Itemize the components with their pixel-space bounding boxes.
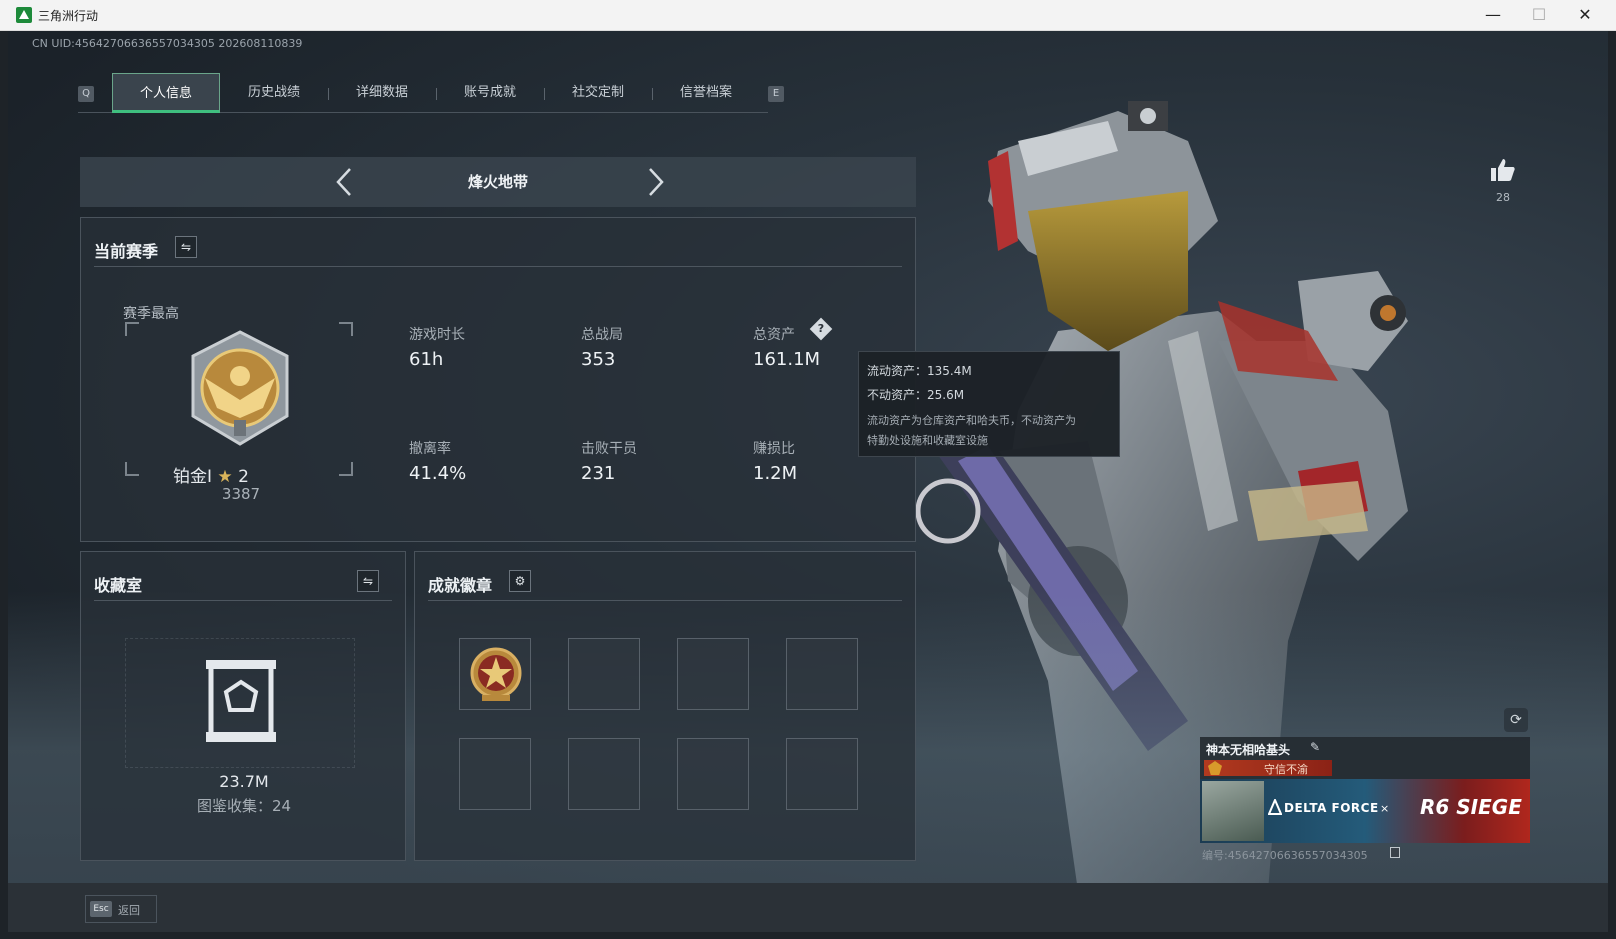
- gear-icon[interactable]: ⚙: [509, 570, 531, 592]
- badge-slot[interactable]: [786, 738, 858, 810]
- frame-corner: [339, 322, 353, 336]
- divider: [94, 600, 392, 601]
- mode-title: 烽火地带: [467, 173, 528, 191]
- maximize-button[interactable]: ☐: [1516, 0, 1562, 31]
- tab-next-key[interactable]: E: [768, 86, 784, 102]
- rank-score: 3387: [221, 485, 261, 503]
- tooltip-fixed-assets: 不动资产：25.6M: [867, 388, 965, 402]
- stat-label: 游戏时长: [409, 327, 465, 343]
- game-viewport: CN UID:4564270663655703430​5 20260811083…: [8, 31, 1608, 932]
- season-best-label: 赛季最高: [123, 306, 179, 322]
- tab-prev-key[interactable]: Q: [78, 86, 94, 102]
- tab-social[interactable]: 社交定制: [544, 73, 652, 113]
- esc-key-icon: Esc: [90, 901, 112, 917]
- current-season-panel: 当前赛季 ⇋ 赛季最高 铂金Ⅰ ★ 2 3387 游戏时长 61h 总战局 35…: [80, 217, 916, 542]
- divider: [428, 600, 902, 601]
- swap-icon[interactable]: ⇋: [175, 236, 197, 258]
- stat-label: 赚损比: [753, 441, 795, 457]
- assets-tooltip: 流动资产：135.4M 不动资产：25.6M 流动资产为仓库资产和哈夫币，不动资…: [858, 351, 1120, 457]
- tab-detailed-data[interactable]: 详细数据: [328, 73, 436, 113]
- close-button[interactable]: ✕: [1562, 0, 1608, 31]
- collection-panel[interactable]: 收藏室 ⇋ 23.7M 图鉴收集：24: [80, 551, 406, 861]
- player-title: 守信不渝: [1264, 763, 1308, 776]
- delta-force-logo-icon: [1268, 799, 1282, 815]
- stat-value: 353: [581, 349, 616, 370]
- uid-line: CN UID:4564270663655703430​5 20260811083…: [32, 37, 303, 50]
- star-icon: ★: [217, 467, 233, 487]
- tab-personal-info[interactable]: 个人信息: [112, 73, 220, 113]
- platinum-rank-badge-icon: [191, 330, 289, 446]
- tab-bar: Q 个人信息 历史战绩 详细数据 账号成就 社交定制 信誉档案 E: [78, 73, 784, 113]
- stat-label: 总资产: [753, 327, 795, 343]
- brand-delta-force: DELTA FORCE: [1284, 801, 1379, 815]
- star-medal-icon: [470, 647, 522, 701]
- copy-icon[interactable]: [1390, 847, 1400, 858]
- achievement-badges-panel: 成就徽章 ⚙: [414, 551, 916, 861]
- window-titlebar: 三角洲行动 — ☐ ✕: [0, 0, 1616, 31]
- player-namecard: 神本无相哈基头 ✎ 守信不渝 DELTA FORCE × R6 SIEGE 编号…: [1200, 737, 1530, 869]
- stat-label: 总战局: [581, 327, 623, 343]
- tooltip-liquid-assets: 流动资产：135.4M: [867, 364, 972, 378]
- edit-icon[interactable]: ✎: [1310, 740, 1320, 754]
- thumbs-up-icon[interactable]: [1490, 157, 1516, 183]
- season-title: 当前赛季: [94, 242, 159, 261]
- like-count: 28: [1496, 191, 1510, 204]
- brand-separator: ×: [1380, 802, 1390, 815]
- badge-slot[interactable]: [786, 638, 858, 710]
- help-icon[interactable]: ?: [809, 317, 833, 341]
- mode-selector: 烽火地带: [80, 157, 916, 207]
- brand-r6-siege: R6 SIEGE: [1420, 795, 1522, 819]
- stat-value: 61h: [409, 349, 444, 370]
- tooltip-note: 流动资产为仓库资产和哈夫币，不动资产为 特勤处设施和收藏室设施: [867, 414, 1076, 447]
- bottom-bar: [8, 883, 1608, 932]
- player-uid: 编号:4564270663655703430​5: [1202, 849, 1368, 862]
- display-case-icon: [206, 660, 276, 742]
- window-title: 三角洲行动: [38, 9, 99, 23]
- collection-value: 23.7M: [219, 772, 269, 791]
- badge-slot[interactable]: [677, 738, 749, 810]
- badge-slot[interactable]: [568, 638, 640, 710]
- collection-title: 收藏室: [94, 576, 143, 595]
- badges-title: 成就徽章: [428, 576, 493, 595]
- refresh-icon[interactable]: ⟳: [1504, 708, 1528, 732]
- back-label: 返回: [118, 904, 140, 917]
- swap-icon[interactable]: ⇋: [357, 570, 379, 592]
- minimize-button[interactable]: —: [1470, 0, 1516, 31]
- namecard-banner[interactable]: DELTA FORCE × R6 SIEGE: [1200, 779, 1530, 843]
- frame-corner: [125, 322, 139, 336]
- divider: [94, 266, 902, 267]
- tab-achievements[interactable]: 账号成就: [436, 73, 544, 113]
- stat-value: 1.2M: [753, 463, 798, 484]
- namecard-header: 神本无相哈基头 ✎ 守信不渝: [1200, 737, 1530, 779]
- badge-slot[interactable]: [677, 638, 749, 710]
- stat-value: 161.1M: [753, 349, 821, 370]
- tab-credit-record[interactable]: 信誉档案: [652, 73, 760, 113]
- stat-label: 撤离率: [409, 441, 451, 457]
- frame-corner: [339, 462, 353, 476]
- stat-value: 231: [581, 463, 616, 484]
- badge-slot[interactable]: [459, 638, 531, 710]
- rank-name: 铂金Ⅰ ★ 2: [173, 467, 249, 487]
- app-logo-icon: [16, 7, 32, 23]
- frame-corner: [125, 462, 139, 476]
- chevron-right-icon[interactable]: [640, 165, 670, 199]
- stat-label: 击败干员: [581, 441, 637, 457]
- tab-match-history[interactable]: 历史战绩: [220, 73, 328, 113]
- collection-count: 图鉴收集：24: [196, 797, 292, 815]
- badge-slot[interactable]: [459, 738, 531, 810]
- stat-value: 41.4%: [409, 463, 467, 484]
- player-name: 神本无相哈基头: [1206, 743, 1291, 757]
- badge-slot[interactable]: [568, 738, 640, 810]
- avatar[interactable]: [1202, 781, 1264, 841]
